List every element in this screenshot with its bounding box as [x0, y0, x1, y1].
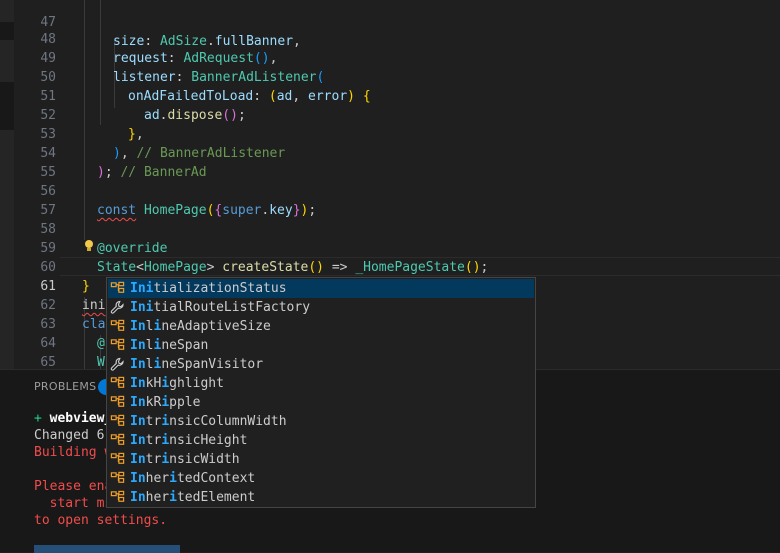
suggestion-item[interactable]: InlineSpan	[108, 336, 534, 355]
terminal-selection	[34, 545, 180, 553]
suggestion-label: IntrinsicHeight	[130, 433, 248, 448]
lightbulb-icon[interactable]	[84, 240, 94, 252]
terminal-line: Changed 6	[34, 428, 105, 443]
class-icon	[110, 319, 125, 334]
terminal-line: Building w	[34, 445, 113, 460]
code-line[interactable]: 52 },	[0, 87, 780, 142]
terminal-line: start ms	[34, 496, 113, 511]
code-line[interactable]: 48 request: AdRequest(),	[0, 11, 780, 66]
suggestion-item[interactable]: IntrinsicHeight	[108, 431, 534, 450]
code-line[interactable]: 50 onAdFailedToLoad: (ad, error) {	[0, 49, 780, 104]
code-line[interactable]: 53 ), // BannerAdListener	[0, 106, 780, 161]
code-line[interactable]: 51 ad.dispose();	[0, 68, 780, 123]
suggestion-label: InheritedElement	[130, 490, 256, 505]
suggestion-label: IntrinsicColumnWidth	[130, 414, 287, 429]
suggestion-item[interactable]: InkHighlight	[108, 374, 534, 393]
suggestion-label: InitializationStatus	[130, 281, 287, 296]
terminal-plus: +	[34, 411, 42, 426]
code-line[interactable]: 58 @override	[0, 201, 780, 256]
suggestion-label: InitialRouteListFactory	[130, 300, 311, 315]
tab-problems[interactable]: PROBLEMS	[34, 380, 96, 393]
terminal-line: Please ena	[34, 479, 113, 494]
suggestion-label: InlineSpan	[130, 338, 209, 353]
suggestion-item[interactable]: InlineAdaptiveSize	[108, 317, 534, 336]
class-icon	[110, 376, 125, 391]
class-icon	[110, 395, 125, 410]
class-icon	[110, 433, 125, 448]
suggestion-item[interactable]: InitializationStatus	[108, 279, 534, 298]
class-icon	[110, 490, 125, 505]
suggestion-item[interactable]: InheritedContext	[108, 469, 534, 488]
code-line[interactable]: 49 listener: BannerAdListener(	[0, 30, 780, 85]
suggestion-label: InkRipple	[130, 395, 201, 410]
suggestion-label: InkHighlight	[130, 376, 224, 391]
terminal-line: to open settings.	[34, 513, 168, 528]
class-icon	[110, 471, 125, 486]
wrench-icon	[110, 357, 125, 372]
code-line[interactable]: 56 const HomePage({super.key});	[0, 163, 780, 218]
code-line[interactable]: 55	[0, 144, 780, 180]
terminal-text: webview_	[49, 411, 113, 426]
suggestion-item[interactable]: InitialRouteListFactory	[108, 298, 534, 317]
code-line[interactable]: 60 }	[0, 239, 780, 294]
wrench-icon	[110, 300, 125, 315]
code-line[interactable]: 57	[0, 182, 780, 218]
suggestion-item[interactable]: InkRipple	[108, 393, 534, 412]
code-line[interactable]: 59 State<HomePage> createState() => _Hom…	[0, 220, 780, 275]
suggestion-label: InlineSpanVisitor	[130, 357, 264, 372]
class-icon	[110, 281, 125, 296]
suggestion-label: InheritedContext	[130, 471, 256, 486]
class-icon	[110, 414, 125, 429]
suggestion-label: IntrinsicWidth	[130, 452, 240, 467]
code-line-current[interactable]: 61 ini	[0, 258, 780, 313]
class-icon	[110, 338, 125, 353]
suggestion-item[interactable]: IntrinsicWidth	[108, 450, 534, 469]
class-icon	[110, 452, 125, 467]
suggestion-item[interactable]: IntrinsicColumnWidth	[108, 412, 534, 431]
suggestion-item[interactable]: InheritedElement	[108, 488, 534, 507]
suggestion-label: InlineAdaptiveSize	[130, 319, 271, 334]
terminal-line: + webview_	[34, 410, 112, 427]
code-line[interactable]: 54 ); // BannerAd	[0, 125, 780, 180]
suggestion-item[interactable]: InlineSpanVisitor	[108, 355, 534, 374]
suggestion-widget[interactable]: InitializationStatus InitialRouteListFact…	[106, 277, 536, 508]
